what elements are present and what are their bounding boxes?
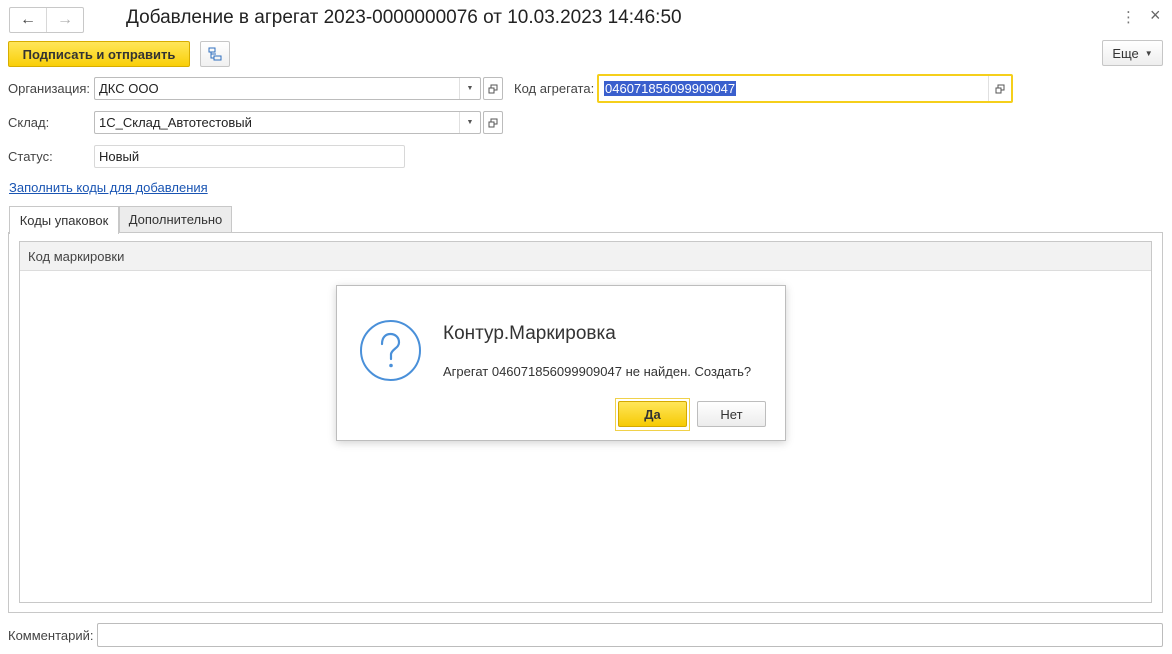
aggregate-code-label: Код агрегата: bbox=[514, 81, 595, 96]
chevron-down-icon[interactable]: ▼ bbox=[459, 112, 480, 133]
open-window-icon bbox=[488, 118, 498, 127]
organization-value: ДКС ООО bbox=[99, 81, 159, 96]
status-field: Новый bbox=[94, 145, 405, 168]
more-button-label: Еще bbox=[1112, 45, 1139, 61]
comment-field[interactable] bbox=[97, 623, 1163, 647]
tab-additional[interactable]: Дополнительно bbox=[119, 206, 232, 232]
organization-open-button[interactable] bbox=[483, 77, 503, 100]
dialog-title: Контур.Маркировка bbox=[443, 323, 616, 344]
aggregate-code-field[interactable]: 046071856099909047 bbox=[597, 74, 1013, 103]
table-header: Код маркировки bbox=[20, 242, 1151, 271]
open-window-icon bbox=[995, 84, 1005, 93]
yes-button[interactable]: Да bbox=[618, 401, 687, 427]
status-value: Новый bbox=[99, 149, 140, 164]
warehouse-open-button[interactable] bbox=[483, 111, 503, 134]
window-title: Добавление в агрегат 2023-0000000076 от … bbox=[126, 7, 682, 28]
hierarchy-icon bbox=[208, 47, 222, 61]
question-icon bbox=[360, 320, 421, 381]
arrow-right-icon: → bbox=[57, 11, 73, 28]
status-label: Статус: bbox=[8, 149, 53, 164]
chevron-down-icon: ▼ bbox=[1144, 48, 1153, 58]
aggregate-code-value: 046071856099909047 bbox=[604, 81, 737, 96]
organization-field[interactable]: ДКС ООО ▼ bbox=[94, 77, 481, 100]
fill-codes-link[interactable]: Заполнить коды для добавления bbox=[9, 180, 208, 195]
dialog-message: Агрегат 046071856099909047 не найден. Со… bbox=[443, 364, 752, 379]
warehouse-value: 1С_Склад_Автотестовый bbox=[99, 115, 252, 130]
no-button[interactable]: Нет bbox=[697, 401, 766, 427]
open-window-icon bbox=[488, 84, 498, 93]
column-header-marking-code[interactable]: Код маркировки bbox=[28, 249, 124, 264]
more-button[interactable]: Еще ▼ bbox=[1102, 40, 1163, 66]
organization-label: Организация: bbox=[8, 81, 91, 96]
aggregate-code-open-button[interactable] bbox=[988, 76, 1011, 101]
structure-button[interactable] bbox=[200, 41, 230, 67]
back-button[interactable]: ← bbox=[10, 8, 47, 32]
sign-and-send-button[interactable]: Подписать и отправить bbox=[8, 41, 190, 67]
chevron-down-icon[interactable]: ▼ bbox=[459, 78, 480, 99]
navigation-buttons: ← → bbox=[9, 7, 84, 33]
forward-button[interactable]: → bbox=[47, 8, 83, 32]
comment-label: Комментарий: bbox=[8, 628, 94, 643]
warehouse-field[interactable]: 1С_Склад_Автотестовый ▼ bbox=[94, 111, 481, 134]
more-options-icon[interactable]: ⋮ bbox=[1121, 8, 1136, 26]
close-icon[interactable]: × bbox=[1150, 5, 1161, 26]
arrow-left-icon: ← bbox=[20, 11, 36, 28]
tab-package-codes-cover[interactable]: Коды упаковок bbox=[9, 206, 119, 234]
warehouse-label: Склад: bbox=[8, 115, 50, 130]
